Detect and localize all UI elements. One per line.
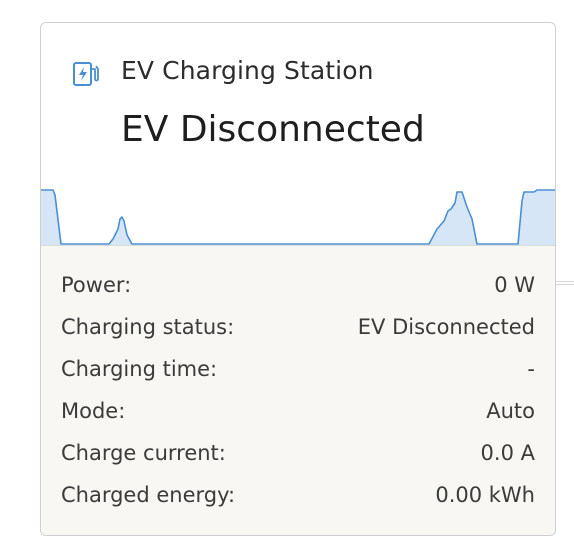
detail-value: 0.00 kWh — [435, 483, 535, 507]
detail-row-power: Power: 0 W — [41, 273, 555, 309]
detail-label: Mode: — [61, 399, 126, 423]
detail-row-charged-energy: Charged energy: 0.00 kWh — [41, 483, 555, 519]
detail-label: Charge current: — [61, 441, 226, 465]
detail-value: - — [527, 357, 535, 381]
detail-value: 0.0 A — [480, 441, 535, 465]
charging-status-headline: EV Disconnected — [121, 109, 425, 150]
widget-header: EV Charging Station EV Disconnected — [41, 23, 555, 245]
detail-row-charging-status: Charging status: EV Disconnected — [41, 315, 555, 351]
detail-label: Charged energy: — [61, 483, 236, 507]
sparkline-area — [41, 190, 555, 245]
detail-value: 0 W — [494, 273, 535, 297]
connector-line — [556, 281, 574, 285]
detail-row-charging-time: Charging time: - — [41, 357, 555, 393]
detail-label: Charging status: — [61, 315, 235, 339]
ev-charging-station-widget[interactable]: EV Charging Station EV Disconnected Powe… — [40, 22, 556, 536]
detail-value: Auto — [486, 399, 535, 423]
details-panel: Power: 0 W Charging status: EV Disconnec… — [41, 245, 555, 535]
ev-charger-icon — [71, 59, 101, 89]
detail-label: Power: — [61, 273, 132, 297]
detail-row-charge-current: Charge current: 0.0 A — [41, 441, 555, 477]
detail-row-mode: Mode: Auto — [41, 399, 555, 435]
detail-label: Charging time: — [61, 357, 218, 381]
power-history-sparkline — [41, 189, 555, 245]
detail-value: EV Disconnected — [357, 315, 535, 339]
widget-title: EV Charging Station — [121, 56, 374, 85]
